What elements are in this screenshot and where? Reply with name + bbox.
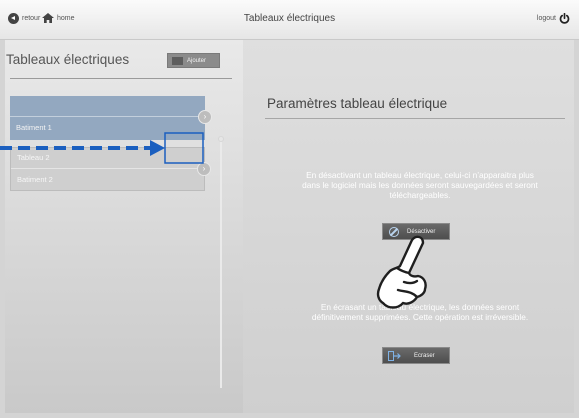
overwrite-icon: [388, 350, 401, 361]
app-title: Tableaux électriques: [243, 13, 336, 24]
item-divider: [11, 168, 204, 169]
add-label: Ajouter: [187, 57, 207, 64]
deactivate-label: Désactiver: [407, 228, 436, 235]
overwrite-description: En écrasant un tableau électrique, les d…: [311, 302, 529, 322]
item-divider: [10, 116, 205, 117]
add-button[interactable]: Ajouter: [167, 53, 220, 68]
scrollbar-handle[interactable]: [218, 136, 224, 142]
item-building: Batiment 2: [17, 175, 53, 184]
deactivate-button[interactable]: Désactiver: [382, 223, 450, 240]
logout-label: logout: [536, 15, 556, 22]
list-item[interactable]: Tableau 2 Batiment 2 ›: [10, 147, 211, 191]
tableau-list: Batiment 1 › Tableau 2 Batiment 2 ›: [10, 96, 212, 198]
left-panel-title: Tableaux électriques: [6, 52, 130, 67]
power-icon: [559, 13, 570, 24]
chevron-right-icon[interactable]: ›: [198, 110, 212, 124]
top-bar: retour home Tableaux électriques logout: [0, 0, 579, 40]
left-divider: [10, 78, 232, 79]
item-name: Tableau 2: [17, 153, 50, 162]
overwrite-button[interactable]: Ecraser: [382, 347, 450, 364]
overwrite-label: Ecraser: [414, 352, 435, 359]
list-item-selected[interactable]: Batiment 1 ›: [10, 96, 212, 140]
item-building: Batiment 1: [16, 123, 52, 132]
settings-title: Paramètres tableau électrique: [267, 96, 448, 111]
circle-slash-icon: [389, 226, 399, 237]
deactivate-description: En désactivant un tableau électrique, ce…: [302, 170, 538, 200]
logout-button[interactable]: logout: [537, 13, 570, 24]
chevron-right-icon[interactable]: ›: [197, 162, 211, 176]
list-scrollbar[interactable]: [220, 136, 222, 388]
plus-icon: [172, 56, 183, 65]
right-divider: [265, 118, 565, 119]
